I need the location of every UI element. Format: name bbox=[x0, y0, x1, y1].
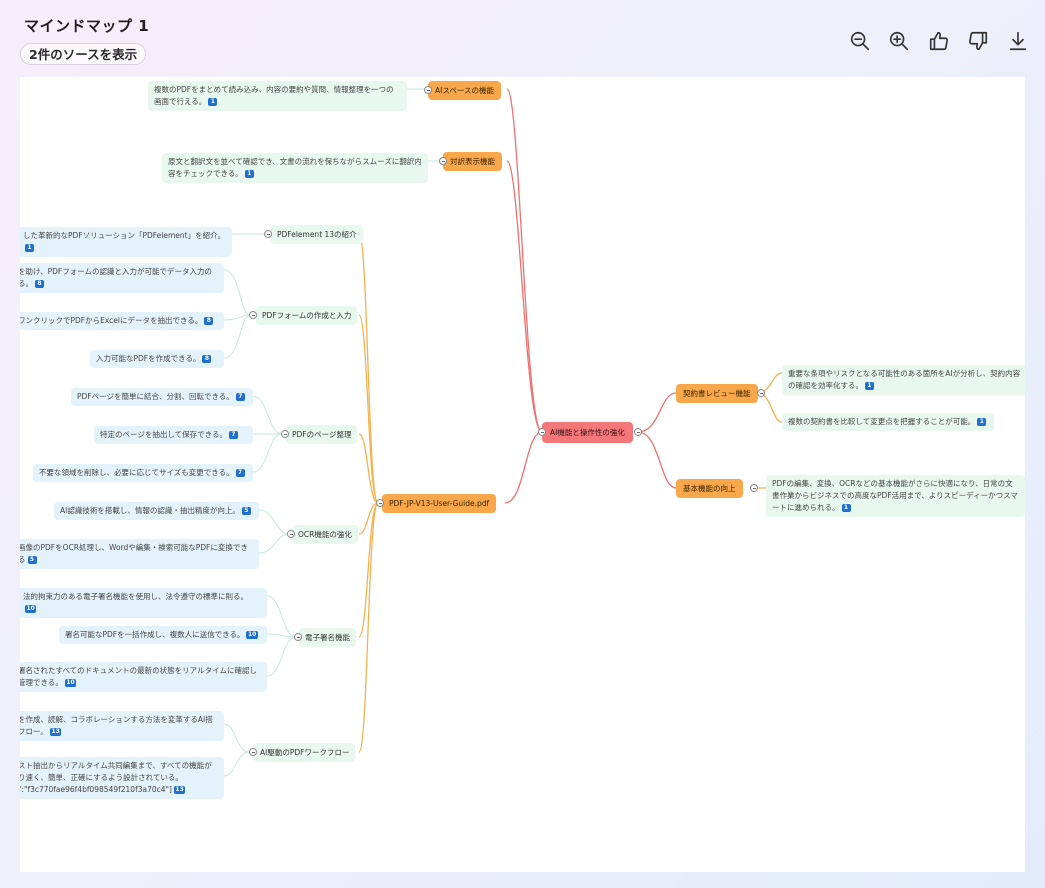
leaf-workflow-2: スト抽出からリアルタイム共同編集まで、すべての機能が り速く、簡単、正確にするよ… bbox=[20, 757, 224, 799]
branch-ai-workflow[interactable]: AI駆動のPDFワークフロー bbox=[254, 743, 356, 762]
citation-badge[interactable]: 7 bbox=[235, 469, 245, 477]
collapse-pdf-guide-toggle[interactable] bbox=[376, 499, 384, 507]
leaf-pages-2: 特定のページを抽出して保存できる。 7 bbox=[94, 426, 253, 444]
citation-badge[interactable]: 8 bbox=[204, 317, 214, 325]
citation-badge[interactable]: 1 bbox=[865, 382, 874, 390]
leaf-intro: した革新的なPDFソリューション「PDFelement」を紹介。 1 bbox=[20, 227, 232, 257]
branch-ocr[interactable]: OCR機能の強化 bbox=[292, 525, 358, 544]
collapse-form-toggle[interactable] bbox=[249, 311, 257, 319]
leaf-esign-1-text: 法的拘束力のある電子署名機能を使用し、法令遵守の標準に則る。 bbox=[23, 592, 248, 601]
citation-badge[interactable]: 1 bbox=[25, 244, 34, 252]
leaf-pages-1: PDFページを簡単に結合、分割、回転できる。 7 bbox=[71, 388, 253, 406]
branch-translation[interactable]: 対訳表示機能 bbox=[443, 152, 502, 171]
citation-badge[interactable]: 1 bbox=[208, 98, 218, 106]
leaf-esign-2: 署名可能なPDFを一括作成し、複数人に送信できる。 10 bbox=[59, 626, 267, 644]
branch-basic-functions[interactable]: 基本機能の向上 bbox=[676, 479, 743, 498]
branch-page-organize[interactable]: PDFのページ整理 bbox=[286, 425, 358, 444]
citation-badge[interactable]: 5 bbox=[27, 556, 37, 564]
leaf-pages-3-text: 不要な領域を削除し、必要に応じてサイズも変更できる。 bbox=[39, 468, 234, 477]
leaf-form-1-text: を助け、PDFフォームの認識と入力が可能でデータ入力の る。 bbox=[20, 267, 213, 288]
collapse-basic-toggle[interactable] bbox=[750, 484, 758, 492]
collapse-intro-toggle[interactable] bbox=[264, 230, 272, 238]
branch-pdf-form[interactable]: PDFフォームの作成と入力 bbox=[256, 306, 358, 325]
citation-badge[interactable]: 8 bbox=[202, 355, 212, 363]
leaf-translation: 原文と翻訳文を並べて確認でき、文書の流れを保ちながらスムーズに翻訳内容をチェック… bbox=[162, 153, 428, 183]
leaf-pages-1-text: PDFページを簡単に結合、分割、回転できる。 bbox=[77, 392, 234, 401]
branch-esign[interactable]: 電子署名機能 bbox=[299, 628, 356, 647]
leaf-pages-3: 不要な領域を削除し、必要に応じてサイズも変更できる。 7 bbox=[33, 464, 253, 482]
leaf-ocr-2: 画像のPDFをOCR処理し、Wordや編集・検索可能なPDFに変換できる 5 bbox=[20, 539, 259, 569]
branch-ai-space[interactable]: AIスペースの機能 bbox=[428, 81, 501, 100]
leaf-form-2-text: ワンクリックでPDFからExcelにデータを抽出できる。 bbox=[20, 316, 203, 325]
leaf-basic-text: PDFの編集、変換、OCRなどの基本機能がさらに快適になり、日常の文書作業からビ… bbox=[772, 479, 1018, 512]
citation-badge[interactable]: 1 bbox=[244, 170, 254, 178]
leaf-esign-3-text: 署名されたすべてのドキュメントの最新の状態をリアルタイムに確認し 管理できる。 bbox=[20, 666, 257, 687]
citation-badge[interactable]: 8 bbox=[35, 280, 44, 288]
collapse-ocr-toggle[interactable] bbox=[287, 530, 295, 538]
leaf-translation-text: 原文と翻訳文を並べて確認でき、文書の流れを保ちながらスムーズに翻訳内容をチェック… bbox=[168, 157, 422, 178]
citation-badge[interactable]: 5 bbox=[241, 507, 251, 515]
leaf-workflow-1-text: を作成、読解、コラボレーションする方法を変革するAI搭 フロー。 bbox=[20, 715, 213, 736]
leaf-form-2: ワンクリックでPDFからExcelにデータを抽出できる。 8 bbox=[20, 312, 224, 330]
citation-badge[interactable]: 13 bbox=[173, 786, 186, 794]
branch-pdf-guide[interactable]: PDF-JP-V13-User-Guide.pdf bbox=[382, 494, 497, 513]
leaf-ocr-2-text: 画像のPDFをOCR処理し、Wordや編集・検索可能なPDFに変換できる bbox=[20, 543, 248, 564]
zoom-in-icon[interactable] bbox=[886, 28, 912, 54]
leaf-esign-1: 法的拘束力のある電子署名機能を使用し、法令遵守の標準に則る。 10 bbox=[20, 588, 267, 618]
branch-pdfelement-intro[interactable]: PDFelement 13の紹介 bbox=[271, 225, 363, 244]
collapse-pages-toggle[interactable] bbox=[281, 430, 289, 438]
citation-badge[interactable]: 13 bbox=[49, 728, 62, 736]
leaf-ai-space: 複数のPDFをまとめて読み込み、内容の要約や質問、情報整理を一つの画面で行える。… bbox=[148, 81, 407, 111]
leaf-workflow-1: を作成、読解、コラボレーションする方法を変革するAI搭 フロー。 13 bbox=[20, 711, 224, 741]
leaf-ocr-1: AI認識技術を搭載し、情報の認識・抽出精度が向上。 5 bbox=[54, 502, 259, 520]
citation-badge[interactable]: 1 bbox=[841, 504, 851, 512]
leaf-form-3: 入力可能なPDFを作成できる。 8 bbox=[90, 350, 224, 368]
leaf-contract-1-text: 重要な条項やリスクとなる可能性のある箇所をAIが分析し、契約内容の確認を効率化す… bbox=[788, 369, 1021, 390]
mindmap-canvas[interactable]: AI機能と操作性の強化 AIスペースの機能 複数のPDFをまとめて読み込み、内容… bbox=[20, 77, 1025, 872]
leaf-ai-space-text: 複数のPDFをまとめて読み込み、内容の要約や質問、情報整理を一つの画面で行える。 bbox=[154, 85, 394, 106]
citation-badge[interactable]: 1 bbox=[977, 418, 987, 426]
leaf-form-1: を助け、PDFフォームの認識と入力が可能でデータ入力の る。 8 bbox=[20, 263, 224, 293]
collapse-workflow-toggle[interactable] bbox=[249, 748, 257, 756]
leaf-contract-1: 重要な条項やリスクとなる可能性のある箇所をAIが分析し、契約内容の確認を効率化す… bbox=[782, 365, 1025, 395]
citation-badge[interactable]: 10 bbox=[246, 631, 258, 639]
leaf-contract-2: 複数の契約書を比較して変更点を把握することが可能。 1 bbox=[782, 413, 994, 431]
zoom-out-icon[interactable] bbox=[847, 28, 873, 54]
collapse-ai-space-toggle[interactable] bbox=[424, 86, 432, 94]
leaf-esign-3: 署名されたすべてのドキュメントの最新の状態をリアルタイムに確認し 管理できる。 1… bbox=[20, 662, 267, 692]
branch-contract-review[interactable]: 契約書レビュー機能 bbox=[676, 384, 758, 403]
page-title: マインドマップ 1 bbox=[24, 17, 150, 35]
collapse-center-toggle[interactable] bbox=[538, 428, 546, 436]
thumbs-down-icon[interactable] bbox=[965, 28, 991, 54]
collapse-center-right-toggle[interactable] bbox=[634, 428, 642, 436]
thumbs-up-icon[interactable] bbox=[926, 28, 952, 54]
leaf-basic: PDFの編集、変換、OCRなどの基本機能がさらに快適になり、日常の文書作業からビ… bbox=[766, 475, 1025, 517]
citation-badge[interactable]: 10 bbox=[25, 605, 37, 613]
leaf-pages-2-text: 特定のページを抽出して保存できる。 bbox=[100, 430, 227, 439]
citation-badge[interactable]: 7 bbox=[235, 393, 245, 401]
leaf-form-3-text: 入力可能なPDFを作成できる。 bbox=[96, 354, 201, 363]
citation-badge[interactable]: 7 bbox=[228, 431, 238, 439]
leaf-intro-text: した革新的なPDFソリューション「PDFelement」を紹介。 bbox=[23, 231, 226, 240]
leaf-contract-2-text: 複数の契約書を比較して変更点を把握することが可能。 bbox=[788, 417, 976, 426]
collapse-translation-toggle[interactable] bbox=[439, 157, 447, 165]
download-icon[interactable] bbox=[1005, 28, 1031, 54]
leaf-esign-2-text: 署名可能なPDFを一括作成し、複数人に送信できる。 bbox=[65, 630, 245, 639]
leaf-ocr-1-text: AI認識技術を搭載し、情報の認識・抽出精度が向上。 bbox=[60, 506, 240, 515]
source-chip-button[interactable]: 2件のソースを表示 bbox=[20, 43, 147, 65]
citation-badge[interactable]: 10 bbox=[64, 679, 77, 687]
collapse-esign-toggle[interactable] bbox=[294, 633, 302, 641]
toolbar bbox=[847, 28, 1027, 54]
collapse-contract-toggle[interactable] bbox=[757, 389, 765, 397]
mindmap-center-node[interactable]: AI機能と操作性の強化 bbox=[542, 422, 633, 443]
